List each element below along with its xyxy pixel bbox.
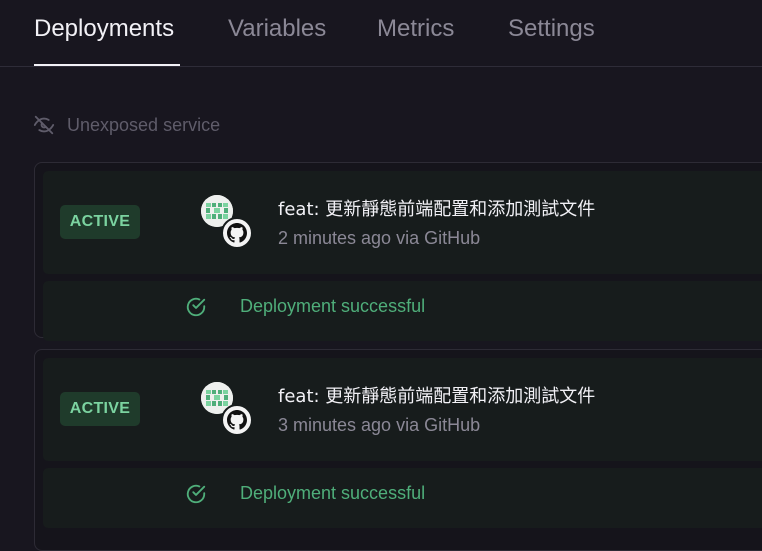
eye-off-icon bbox=[33, 114, 55, 136]
deployment-result[interactable]: Deployment successful bbox=[43, 281, 762, 341]
commit-meta: 3 minutes ago via GitHub bbox=[278, 415, 481, 435]
tab-settings[interactable]: Settings bbox=[508, 14, 595, 44]
github-icon bbox=[221, 404, 253, 436]
status-badge: ACTIVE bbox=[60, 205, 140, 239]
deployment-card[interactable]: ACTIVE feat: 更新靜態前端配置和添加測試文件 bbox=[34, 162, 762, 341]
tab-bar: Deployments Variables Metrics Settings bbox=[0, 0, 762, 67]
deployment-card[interactable]: ACTIVE feat: 更新靜態前端配置和添加測試文件 bbox=[34, 349, 762, 551]
commit-meta: 2 minutes ago via GitHub bbox=[278, 228, 481, 248]
exposure-label: Unexposed service bbox=[67, 114, 221, 135]
tab-deployments[interactable]: Deployments bbox=[34, 14, 174, 44]
commit-message[interactable]: feat: 更新靜態前端配置和添加測試文件 bbox=[278, 382, 595, 408]
deployment-summary[interactable]: ACTIVE feat: 更新靜態前端配置和添加測試文件 bbox=[43, 171, 762, 274]
status-badge: ACTIVE bbox=[60, 392, 140, 426]
tab-metrics[interactable]: Metrics bbox=[377, 14, 454, 44]
deployment-summary[interactable]: ACTIVE feat: 更新靜態前端配置和添加測試文件 bbox=[43, 358, 762, 461]
check-circle-icon bbox=[185, 296, 207, 318]
active-tab-indicator bbox=[34, 64, 180, 66]
deployment-status-text: Deployment successful bbox=[240, 483, 426, 503]
github-icon bbox=[221, 217, 253, 249]
tab-variables[interactable]: Variables bbox=[228, 14, 326, 44]
deployment-status-text: Deployment successful bbox=[240, 296, 426, 316]
check-circle-icon bbox=[185, 483, 207, 505]
commit-message[interactable]: feat: 更新靜態前端配置和添加測試文件 bbox=[278, 195, 595, 221]
service-exposure: Unexposed service bbox=[33, 113, 220, 137]
deployment-result[interactable]: Deployment successful bbox=[43, 468, 762, 528]
